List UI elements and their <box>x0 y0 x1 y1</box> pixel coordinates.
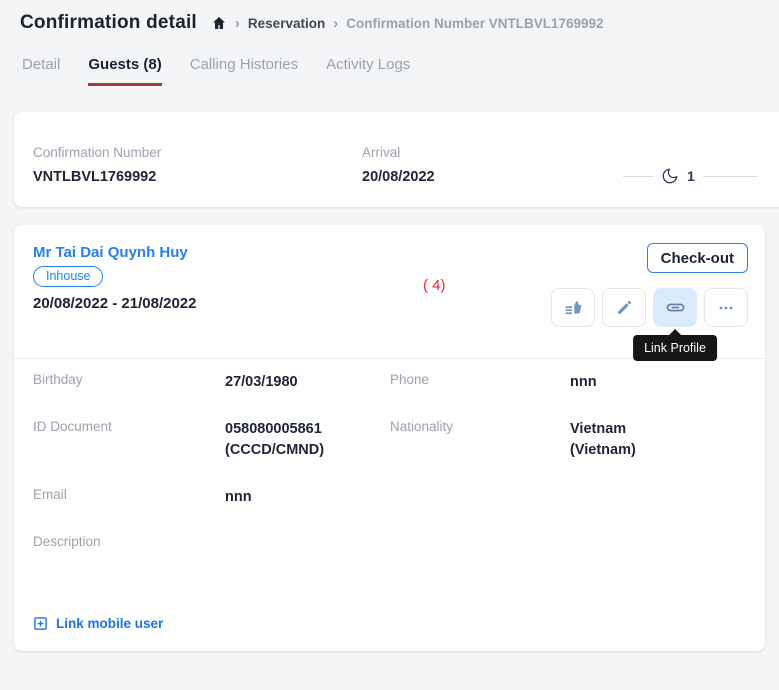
arrival-value: 20/08/2022 <box>362 167 435 188</box>
field-value-email: nnn <box>225 487 390 508</box>
guest-name-link[interactable]: Mr Tai Dai Quynh Huy <box>33 244 188 261</box>
red-annotation: ( 4) <box>423 277 446 294</box>
breadcrumb-reservation[interactable]: Reservation <box>248 16 325 31</box>
timeline-dash <box>623 176 653 177</box>
confirmation-number-value: VNTLBVL1769992 <box>33 167 161 188</box>
moon-icon <box>661 167 679 185</box>
status-badge: Inhouse <box>33 266 103 287</box>
id-document-number: 058080005861 <box>225 419 390 440</box>
field-label-description: Description <box>33 534 225 549</box>
breadcrumb-current: Confirmation Number VNTLBVL1769992 <box>346 16 603 31</box>
tab-bar: Detail Guests (8) Calling Histories Acti… <box>22 56 410 86</box>
nationality-name: Vietnam <box>570 419 746 440</box>
field-value-phone: nnn <box>570 372 746 393</box>
id-document-type: (CCCD/CMND) <box>225 440 390 461</box>
tab-detail[interactable]: Detail <box>22 56 60 86</box>
guest-action-buttons: Link Profile <box>551 288 748 327</box>
guest-card: Mr Tai Dai Quynh Huy Inhouse 20/08/2022 … <box>14 225 765 651</box>
reservation-summary-card: Confirmation Number VNTLBVL1769992 Arriv… <box>14 112 779 207</box>
nights-indicator: 1 <box>623 167 757 185</box>
home-icon[interactable] <box>211 15 227 31</box>
link-mobile-user-button[interactable]: Link mobile user <box>33 616 163 631</box>
field-value-birthday: 27/03/1980 <box>225 372 390 393</box>
field-label-email: Email <box>33 487 225 502</box>
page-title: Confirmation detail <box>20 12 197 34</box>
field-label-nationality: Nationality <box>390 419 570 434</box>
field-value-id-document: 058080005861 (CCCD/CMND) <box>225 419 390 461</box>
arrival-label: Arrival <box>362 145 435 160</box>
breadcrumb-separator-icon: › <box>235 16 240 31</box>
nights-count: 1 <box>687 168 695 184</box>
timeline-dash <box>703 176 757 177</box>
link-profile-icon[interactable]: Link Profile <box>653 288 697 327</box>
breadcrumb-separator-icon: › <box>333 16 338 31</box>
nationality-detail: (Vietnam) <box>570 440 746 461</box>
tab-activity-logs[interactable]: Activity Logs <box>326 56 410 86</box>
page-header: Confirmation detail › Reservation › Conf… <box>20 12 604 34</box>
guest-details-grid: Birthday 27/03/1980 Phone nnn ID Documen… <box>33 372 746 549</box>
plus-square-icon <box>33 616 48 631</box>
edit-pencil-icon[interactable] <box>602 288 646 327</box>
confirmation-number-field: Confirmation Number VNTLBVL1769992 <box>33 145 161 188</box>
link-profile-tooltip: Link Profile <box>633 335 717 361</box>
tab-calling-histories[interactable]: Calling Histories <box>190 56 298 86</box>
thumbs-up-list-icon[interactable] <box>551 288 595 327</box>
confirmation-number-label: Confirmation Number <box>33 145 161 160</box>
tab-guests[interactable]: Guests (8) <box>88 56 161 86</box>
field-value-nationality: Vietnam (Vietnam) <box>570 419 746 461</box>
stay-period: 20/08/2022 - 21/08/2022 <box>33 295 196 312</box>
arrival-field: Arrival 20/08/2022 <box>362 145 435 188</box>
more-options-icon[interactable] <box>704 288 748 327</box>
field-label-phone: Phone <box>390 372 570 387</box>
check-out-button[interactable]: Check-out <box>647 243 748 273</box>
field-label-birthday: Birthday <box>33 372 225 387</box>
breadcrumb: › Reservation › Confirmation Number VNTL… <box>211 15 604 31</box>
link-mobile-user-label: Link mobile user <box>56 616 163 631</box>
field-label-id-document: ID Document <box>33 419 225 434</box>
